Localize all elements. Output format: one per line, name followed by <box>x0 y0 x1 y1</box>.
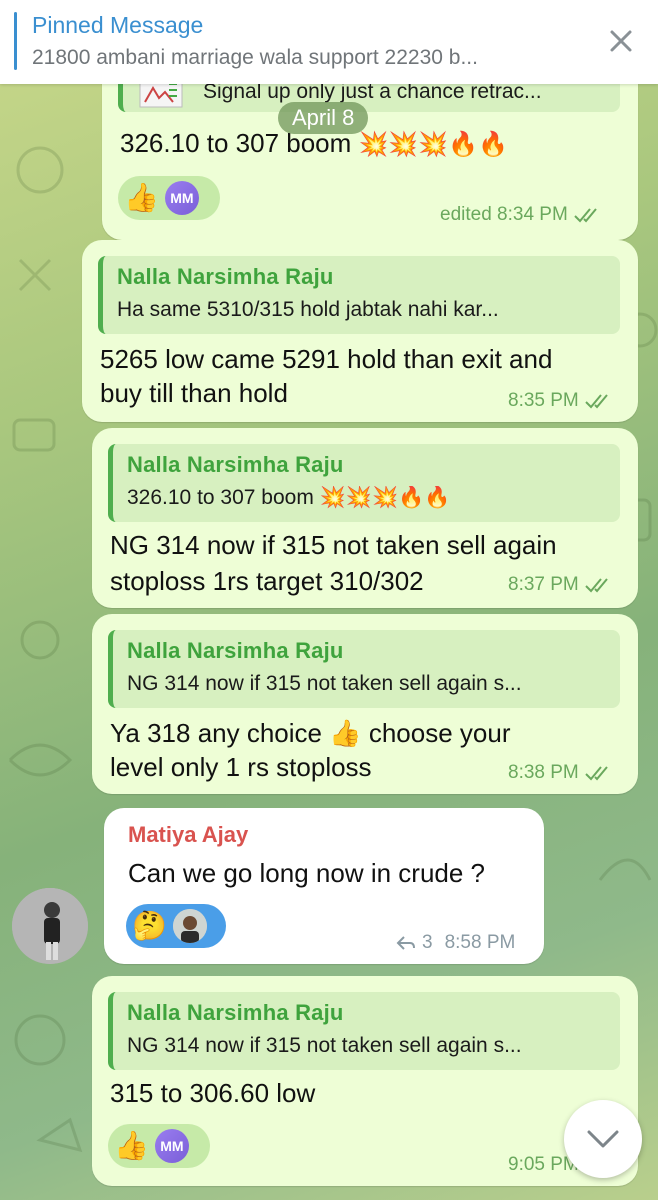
reactor-avatar <box>172 909 207 943</box>
message-text: Can we go long now in crude ? <box>128 858 486 888</box>
pinned-accent-line <box>14 12 17 70</box>
message-meta: 8:37 PM <box>508 574 615 596</box>
message-time: 8:58 PM <box>444 932 516 953</box>
date-chip: April 8 <box>278 102 369 134</box>
thumbs-up-reaction[interactable]: 👍 <box>124 184 159 212</box>
message-meta: edited 8:34 PM <box>440 204 604 226</box>
message-time: 8:38 PM <box>508 762 579 783</box>
reply-sender-name: Nalla Narsimha Raju <box>127 452 344 477</box>
reply-sender-name: Nalla Narsimha Raju <box>117 264 334 289</box>
reply-preview[interactable]: Nalla Narsimha Raju NG 314 now if 315 no… <box>108 992 620 1070</box>
reply-sender-name: Nalla Narsimha Raju <box>127 638 344 663</box>
chevron-down-icon <box>587 1130 619 1148</box>
message-time: edited 8:34 PM <box>440 204 568 225</box>
message-line-2: stoploss 1rs target 310/302 <box>110 566 424 596</box>
sender-avatar[interactable] <box>12 888 88 964</box>
message-line-1: 5265 low came 5291 hold than exit and <box>100 344 553 374</box>
pinned-message-bar[interactable]: Pinned Message 21800 ambani marriage wal… <box>0 0 658 84</box>
pinned-title: Pinned Message <box>32 12 204 38</box>
message-time: 8:37 PM <box>508 574 579 595</box>
reply-emojis: 💥💥💥🔥🔥 <box>319 486 451 509</box>
reactor-avatar: MM <box>164 181 199 215</box>
message-line-2: buy till than hold <box>100 378 288 408</box>
message-bubble-2[interactable]: Nalla Narsimha Raju Ha same 5310/315 hol… <box>82 240 638 422</box>
message-text-b: choose your <box>368 718 511 748</box>
message-time: 8:35 PM <box>508 390 579 411</box>
reactor-avatar: MM <box>154 1129 189 1163</box>
reply-text-main: 326.10 to 307 boom <box>127 486 314 509</box>
person-photo-icon <box>172 909 207 943</box>
message-line-2: level only 1 rs stoploss <box>110 752 372 782</box>
message-meta: 3 8:58 PM <box>396 932 515 954</box>
pinned-text: 21800 ambani marriage wala support 22230… <box>32 46 478 69</box>
reply-arrow-icon[interactable] <box>396 935 416 951</box>
double-check-icon <box>574 208 597 223</box>
reactions-bar[interactable]: 👍 MM <box>118 176 220 220</box>
reply-text: NG 314 now if 315 not taken sell again s… <box>127 672 522 695</box>
reply-count[interactable]: 3 <box>422 932 433 954</box>
message-text-a: Ya 318 any choice <box>110 718 322 748</box>
person-photo-icon <box>12 888 88 964</box>
message-bubble-4[interactable]: Nalla Narsimha Raju NG 314 now if 315 no… <box>92 614 638 794</box>
message-bubble-1[interactable]: Signal up only just a chance retrac... 3… <box>102 60 638 240</box>
message-line-1: NG 314 now if 315 not taken sell again <box>110 530 557 560</box>
sender-name[interactable]: Matiya Ajay <box>128 822 248 848</box>
close-icon[interactable] <box>604 24 638 58</box>
message-text: 315 to 306.60 low <box>110 1078 316 1108</box>
message-emojis: 💥💥💥🔥🔥 <box>358 131 508 158</box>
reply-preview[interactable]: Nalla Narsimha Raju Ha same 5310/315 hol… <box>98 256 620 334</box>
message-bubble-3[interactable]: Nalla Narsimha Raju 326.10 to 307 boom 💥… <box>92 428 638 608</box>
reply-sender-name: Nalla Narsimha Raju <box>127 1000 344 1025</box>
message-line-1: Ya 318 any choice 👍 choose your <box>110 716 511 750</box>
double-check-icon <box>585 766 608 781</box>
message-meta: 8:35 PM <box>508 390 615 412</box>
thumbs-up-reaction[interactable]: 👍 <box>114 1132 149 1160</box>
double-check-icon <box>585 394 608 409</box>
thinking-reaction[interactable]: 🤔 <box>132 912 167 940</box>
message-meta: 8:38 PM <box>508 762 615 784</box>
reply-text: Ha same 5310/315 hold jabtak nahi kar... <box>117 298 499 321</box>
reply-preview[interactable]: Nalla Narsimha Raju NG 314 now if 315 no… <box>108 630 620 708</box>
scroll-down-button[interactable] <box>564 1100 642 1178</box>
message-bubble-5[interactable]: Matiya Ajay Can we go long now in crude … <box>104 808 544 964</box>
reply-text: 326.10 to 307 boom 💥💥💥🔥🔥 <box>127 486 607 510</box>
message-bubble-6[interactable]: Nalla Narsimha Raju NG 314 now if 315 no… <box>92 976 638 1186</box>
double-check-icon <box>585 578 608 593</box>
reactions-bar[interactable]: 🤔 <box>126 904 226 948</box>
thumbs-up-emoji: 👍 <box>329 718 362 748</box>
reactions-bar[interactable]: 👍 MM <box>108 1124 210 1168</box>
reply-preview[interactable]: Nalla Narsimha Raju 326.10 to 307 boom 💥… <box>108 444 620 522</box>
reply-text: NG 314 now if 315 not taken sell again s… <box>127 1034 522 1057</box>
